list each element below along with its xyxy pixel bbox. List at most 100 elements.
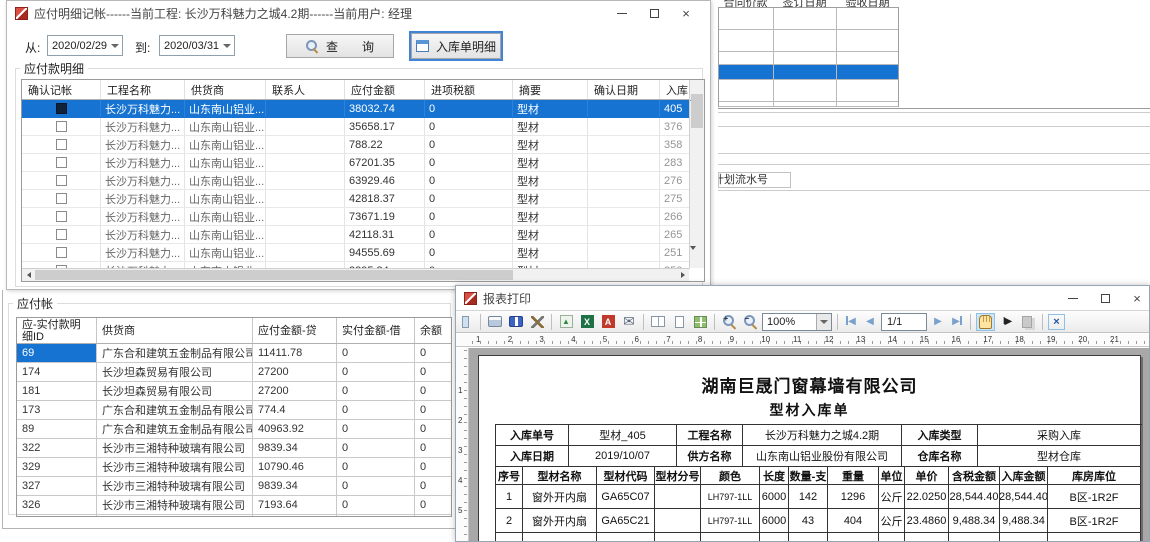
close-button[interactable]: ×: [1121, 289, 1150, 308]
checkbox-cell[interactable]: [22, 172, 101, 189]
export-pdf-icon[interactable]: A: [599, 313, 617, 330]
export-excel-icon[interactable]: X: [578, 313, 596, 330]
checkbox-cell[interactable]: [22, 244, 101, 261]
debit-cell[interactable]: 0: [337, 401, 415, 419]
chevron-down-icon[interactable]: [816, 314, 831, 330]
supplier-cell[interactable]: 广东合和建筑五金制品有限公司: [97, 420, 253, 438]
supplier-cell[interactable]: 长沙市三湘特种玻璃有限公司: [97, 458, 253, 476]
page-setup-icon[interactable]: [528, 313, 546, 330]
id-cell[interactable]: 325: [17, 515, 97, 517]
project-cell[interactable]: 长沙万科魅力...: [101, 226, 185, 243]
amount-cell[interactable]: 73671.19: [345, 208, 425, 225]
table-row[interactable]: 329长沙市三湘特种玻璃有限公司10790.4600: [17, 458, 451, 477]
minimize-button[interactable]: [1057, 289, 1089, 308]
table-row[interactable]: 322长沙市三湘特种玻璃有限公司9839.3400: [17, 439, 451, 458]
project-cell[interactable]: 长沙万科魅力...: [101, 208, 185, 225]
confirm-checkbox[interactable]: [56, 247, 67, 258]
amount-cell[interactable]: 38032.74: [345, 100, 425, 117]
tax-cell[interactable]: 0: [425, 172, 513, 189]
checkbox-cell[interactable]: [22, 208, 101, 225]
table-row[interactable]: 174长沙坦森贸易有限公司2720000: [17, 363, 451, 382]
from-date-combobox[interactable]: 2020/02/29: [47, 35, 123, 56]
column-header[interactable]: 应-实付款明 细ID: [17, 318, 97, 343]
supplier-cell[interactable]: 山东南山铝业...: [185, 244, 266, 261]
project-cell[interactable]: 长沙万科魅力...: [101, 172, 185, 189]
summary-cell[interactable]: 型材: [513, 226, 588, 243]
confirm-checkbox[interactable]: [56, 211, 67, 222]
tax-cell[interactable]: 0: [425, 208, 513, 225]
next-page-button[interactable]: ▶: [930, 316, 946, 327]
amount-cell[interactable]: 67201.35: [345, 154, 425, 171]
column-header[interactable]: 应付金额: [345, 80, 425, 99]
credit-cell[interactable]: 40963.92: [253, 420, 337, 438]
close-button[interactable]: ×: [670, 4, 702, 23]
checkbox-cell[interactable]: [22, 118, 101, 135]
table-row[interactable]: [719, 30, 898, 52]
confirm-date-cell[interactable]: [588, 190, 660, 207]
column-header[interactable]: 联系人: [266, 80, 345, 99]
credit-cell[interactable]: 9839.34: [253, 477, 337, 495]
project-cell[interactable]: 长沙万科魅力...: [101, 244, 185, 261]
confirm-date-cell[interactable]: [588, 244, 660, 261]
summary-cell[interactable]: 型材: [513, 100, 588, 117]
balance-cell[interactable]: 0: [415, 477, 452, 495]
supplier-cell[interactable]: 山东南山铝业...: [185, 118, 266, 135]
maximize-button[interactable]: [1089, 289, 1121, 308]
table-row[interactable]: 181长沙坦森贸易有限公司2720000: [17, 382, 451, 401]
confirm-checkbox[interactable]: [56, 103, 67, 114]
balance-cell[interactable]: 0: [415, 515, 452, 517]
supplier-cell[interactable]: 长沙市三湘特种玻璃有限公司: [97, 515, 253, 517]
credit-cell[interactable]: 11411.78: [253, 344, 337, 362]
confirm-date-cell[interactable]: [588, 154, 660, 171]
inbound-id-cell[interactable]: 276: [660, 172, 690, 189]
supplier-cell[interactable]: 山东南山铝业...: [185, 154, 266, 171]
amount-cell[interactable]: 35658.17: [345, 118, 425, 135]
project-cell[interactable]: 长沙万科魅力...: [101, 118, 185, 135]
column-header[interactable]: 摘要: [513, 80, 588, 99]
summary-cell[interactable]: 型材: [513, 190, 588, 207]
supplier-cell[interactable]: 广东合和建筑五金制品有限公司: [97, 344, 253, 362]
contact-cell[interactable]: [266, 118, 345, 135]
scrollbar-thumb[interactable]: [35, 270, 513, 280]
scroll-left-icon[interactable]: [22, 269, 35, 281]
column-header[interactable]: 实付金额-借: [337, 318, 415, 343]
debit-cell[interactable]: 0: [337, 420, 415, 438]
credit-cell[interactable]: 774.4: [253, 401, 337, 419]
title-bar[interactable]: 应付明细记帐------当前工程: 长沙万科魅力之城4.2期------当前用户…: [7, 1, 710, 26]
summary-cell[interactable]: 型材: [513, 208, 588, 225]
table-row[interactable]: 长沙万科魅力...山东南山铝业...42818.370型材275: [22, 190, 704, 208]
table-row[interactable]: [719, 102, 898, 107]
debit-cell[interactable]: 0: [337, 496, 415, 514]
supplier-cell[interactable]: 长沙坦森贸易有限公司: [97, 382, 253, 400]
checkbox-cell[interactable]: [22, 100, 101, 117]
hand-tool-button[interactable]: [976, 313, 995, 331]
summary-cell[interactable]: 型材: [513, 136, 588, 153]
amount-cell[interactable]: 94555.69: [345, 244, 425, 261]
supplier-cell[interactable]: 山东南山铝业...: [185, 208, 266, 225]
confirm-date-cell[interactable]: [588, 118, 660, 135]
to-date-combobox[interactable]: 2020/03/31: [159, 35, 235, 56]
id-cell[interactable]: 174: [17, 363, 97, 381]
supplier-cell[interactable]: 长沙坦森贸易有限公司: [97, 363, 253, 381]
balance-cell[interactable]: 0: [415, 439, 452, 457]
table-row[interactable]: 69广东合和建筑五金制品有限公司11411.7800: [17, 344, 451, 363]
summary-cell[interactable]: 型材: [513, 118, 588, 135]
credit-cell[interactable]: 27200: [253, 382, 337, 400]
inbound-detail-button[interactable]: 入库单明细: [411, 33, 501, 59]
contact-cell[interactable]: [266, 244, 345, 261]
column-header[interactable]: 确认日期: [588, 80, 660, 99]
supplier-cell[interactable]: 山东南山铝业...: [185, 226, 266, 243]
confirm-date-cell[interactable]: [588, 100, 660, 117]
project-cell[interactable]: 长沙万科魅力...: [101, 100, 185, 117]
book-icon[interactable]: [507, 313, 525, 330]
tax-cell[interactable]: 0: [425, 100, 513, 117]
amount-cell[interactable]: 42118.31: [345, 226, 425, 243]
amount-cell[interactable]: 63929.46: [345, 172, 425, 189]
tax-cell[interactable]: 0: [425, 118, 513, 135]
id-cell[interactable]: 89: [17, 420, 97, 438]
balance-cell[interactable]: 0: [415, 382, 452, 400]
supplier-cell[interactable]: 长沙市三湘特种玻璃有限公司: [97, 477, 253, 495]
supplier-cell[interactable]: 长沙市三湘特种玻璃有限公司: [97, 439, 253, 457]
table-row[interactable]: 长沙万科魅力...山东南山铝业...42118.310型材265: [22, 226, 704, 244]
close-preview-button[interactable]: ×: [1048, 314, 1065, 330]
